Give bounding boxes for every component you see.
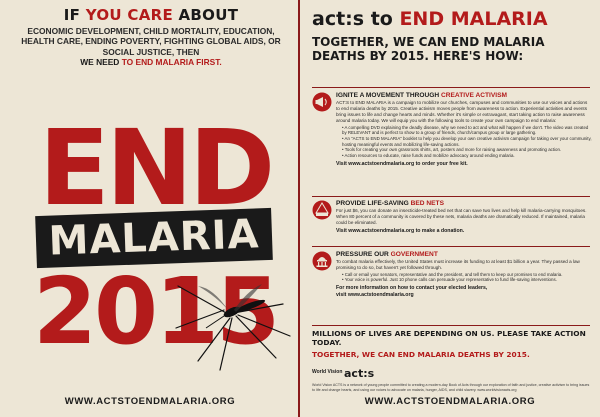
intro-red: YOU CARE <box>85 6 173 24</box>
s3-head-prefix: PRESSURE OUR <box>336 251 391 258</box>
megaphone-icon <box>312 92 332 112</box>
divider-top <box>312 87 590 88</box>
mosquito-icon <box>175 284 291 371</box>
title-red: END MALARIA <box>399 8 548 30</box>
right-page: act:s to END MALARIA TOGETHER, WE CAN EN… <box>300 0 600 417</box>
acts-logo: act:s <box>344 367 375 380</box>
intro-prefix: IF <box>63 6 86 24</box>
title-prefix: act:s to <box>312 8 400 30</box>
logo-malaria: MALARIA <box>47 211 261 265</box>
s2-head-red: BED NETS <box>410 200 444 207</box>
right-subtitle: TOGETHER, WE CAN END MALARIA DEATHS BY 2… <box>312 35 545 64</box>
bed-net-icon <box>312 200 332 220</box>
s3-body: PRESSURE OUR GOVERNMENT To combat malari… <box>336 251 592 298</box>
footer-logos: World Vision act:s <box>312 367 592 381</box>
world-vision-logo: World Vision <box>312 369 343 375</box>
need-prefix: WE NEED <box>80 56 122 67</box>
s3-heading: PRESSURE OUR GOVERNMENT <box>336 251 592 258</box>
s1-head-prefix: IGNITE A MOVEMENT THROUGH <box>336 92 442 99</box>
s2-heading: PROVIDE LIFE-SAVING BED NETS <box>336 200 592 207</box>
intro-block: IF YOU CARE ABOUT ECONOMIC DEVELOPMENT, … <box>16 6 286 67</box>
s2-body: PROVIDE LIFE-SAVING BED NETS For just $6… <box>336 200 592 234</box>
s2-paragraph: For just $6, you can donate an insectici… <box>336 208 587 225</box>
closing-block: MILLIONS OF LIVES ARE DEPENDING ON US. P… <box>312 329 594 360</box>
need-red: TO END MALARIA FIRST. <box>121 56 222 67</box>
list-item: Action resources to educate, raise funds… <box>342 153 592 159</box>
s3-head-red: GOVERNMENT <box>390 251 438 258</box>
s3-paragraph: To combat malaria effectively, the Unite… <box>336 259 580 270</box>
s1-visit-link[interactable]: Visit www.actstoendmalaria.org to order … <box>336 161 592 167</box>
footer-text: World Vision ACTS is a network of young … <box>312 383 590 392</box>
intro-need: WE NEED TO END MALARIA FIRST. <box>16 57 286 67</box>
logo-end: END <box>38 107 275 229</box>
s3-visit-link[interactable]: visit www.actstoendmalaria.org <box>336 292 592 298</box>
list-item: Your voice is powerful. Just 10 phone ca… <box>342 277 592 283</box>
intro-heading: IF YOU CARE ABOUT <box>16 6 286 24</box>
closing-call: MILLIONS OF LIVES ARE DEPENDING ON US. P… <box>312 329 586 347</box>
list-item: An "ACTS to END MALARIA" booklet to help… <box>342 136 592 147</box>
divider-1 <box>312 196 590 197</box>
s3-visit-text: For more information on how to contact y… <box>336 285 488 292</box>
right-url[interactable]: WWW.ACTSTOENDMALARIA.ORG <box>300 396 600 407</box>
divider-3 <box>312 325 590 326</box>
s1-list: A compelling DVD explaining the deadly d… <box>336 125 592 159</box>
s1-heading: IGNITE A MOVEMENT THROUGH CREATIVE ACTIV… <box>336 92 592 99</box>
capitol-icon <box>312 251 332 271</box>
left-url[interactable]: WWW.ACTSTOENDMALARIA.ORG <box>0 396 298 407</box>
intro-body: ECONOMIC DEVELOPMENT, CHILD MORTALITY, E… <box>21 26 281 57</box>
divider-2 <box>312 246 590 247</box>
s2-visit-link[interactable]: Visit www.actstoendmalaria.org to make a… <box>336 228 592 234</box>
s2-head-prefix: PROVIDE LIFE-SAVING <box>336 200 411 207</box>
list-item: A compelling DVD explaining the deadly d… <box>342 125 592 136</box>
left-page: IF YOU CARE ABOUT ECONOMIC DEVELOPMENT, … <box>0 0 300 417</box>
right-title: act:s to END MALARIA <box>312 8 548 30</box>
s1-head-red: CREATIVE ACTIVISM <box>441 92 507 99</box>
s3-list: Call or email your senators, representat… <box>336 272 592 283</box>
intro-suffix: ABOUT <box>173 6 239 24</box>
closing-tagline: TOGETHER, WE CAN END MALARIA DEATHS BY 2… <box>312 350 530 360</box>
s1-paragraph: ACT:S to END MALARIA is a campaign to mo… <box>336 100 588 123</box>
end-malaria-logo: END MALARIA 2015 <box>30 107 291 376</box>
s1-body: IGNITE A MOVEMENT THROUGH CREATIVE ACTIV… <box>336 92 592 167</box>
